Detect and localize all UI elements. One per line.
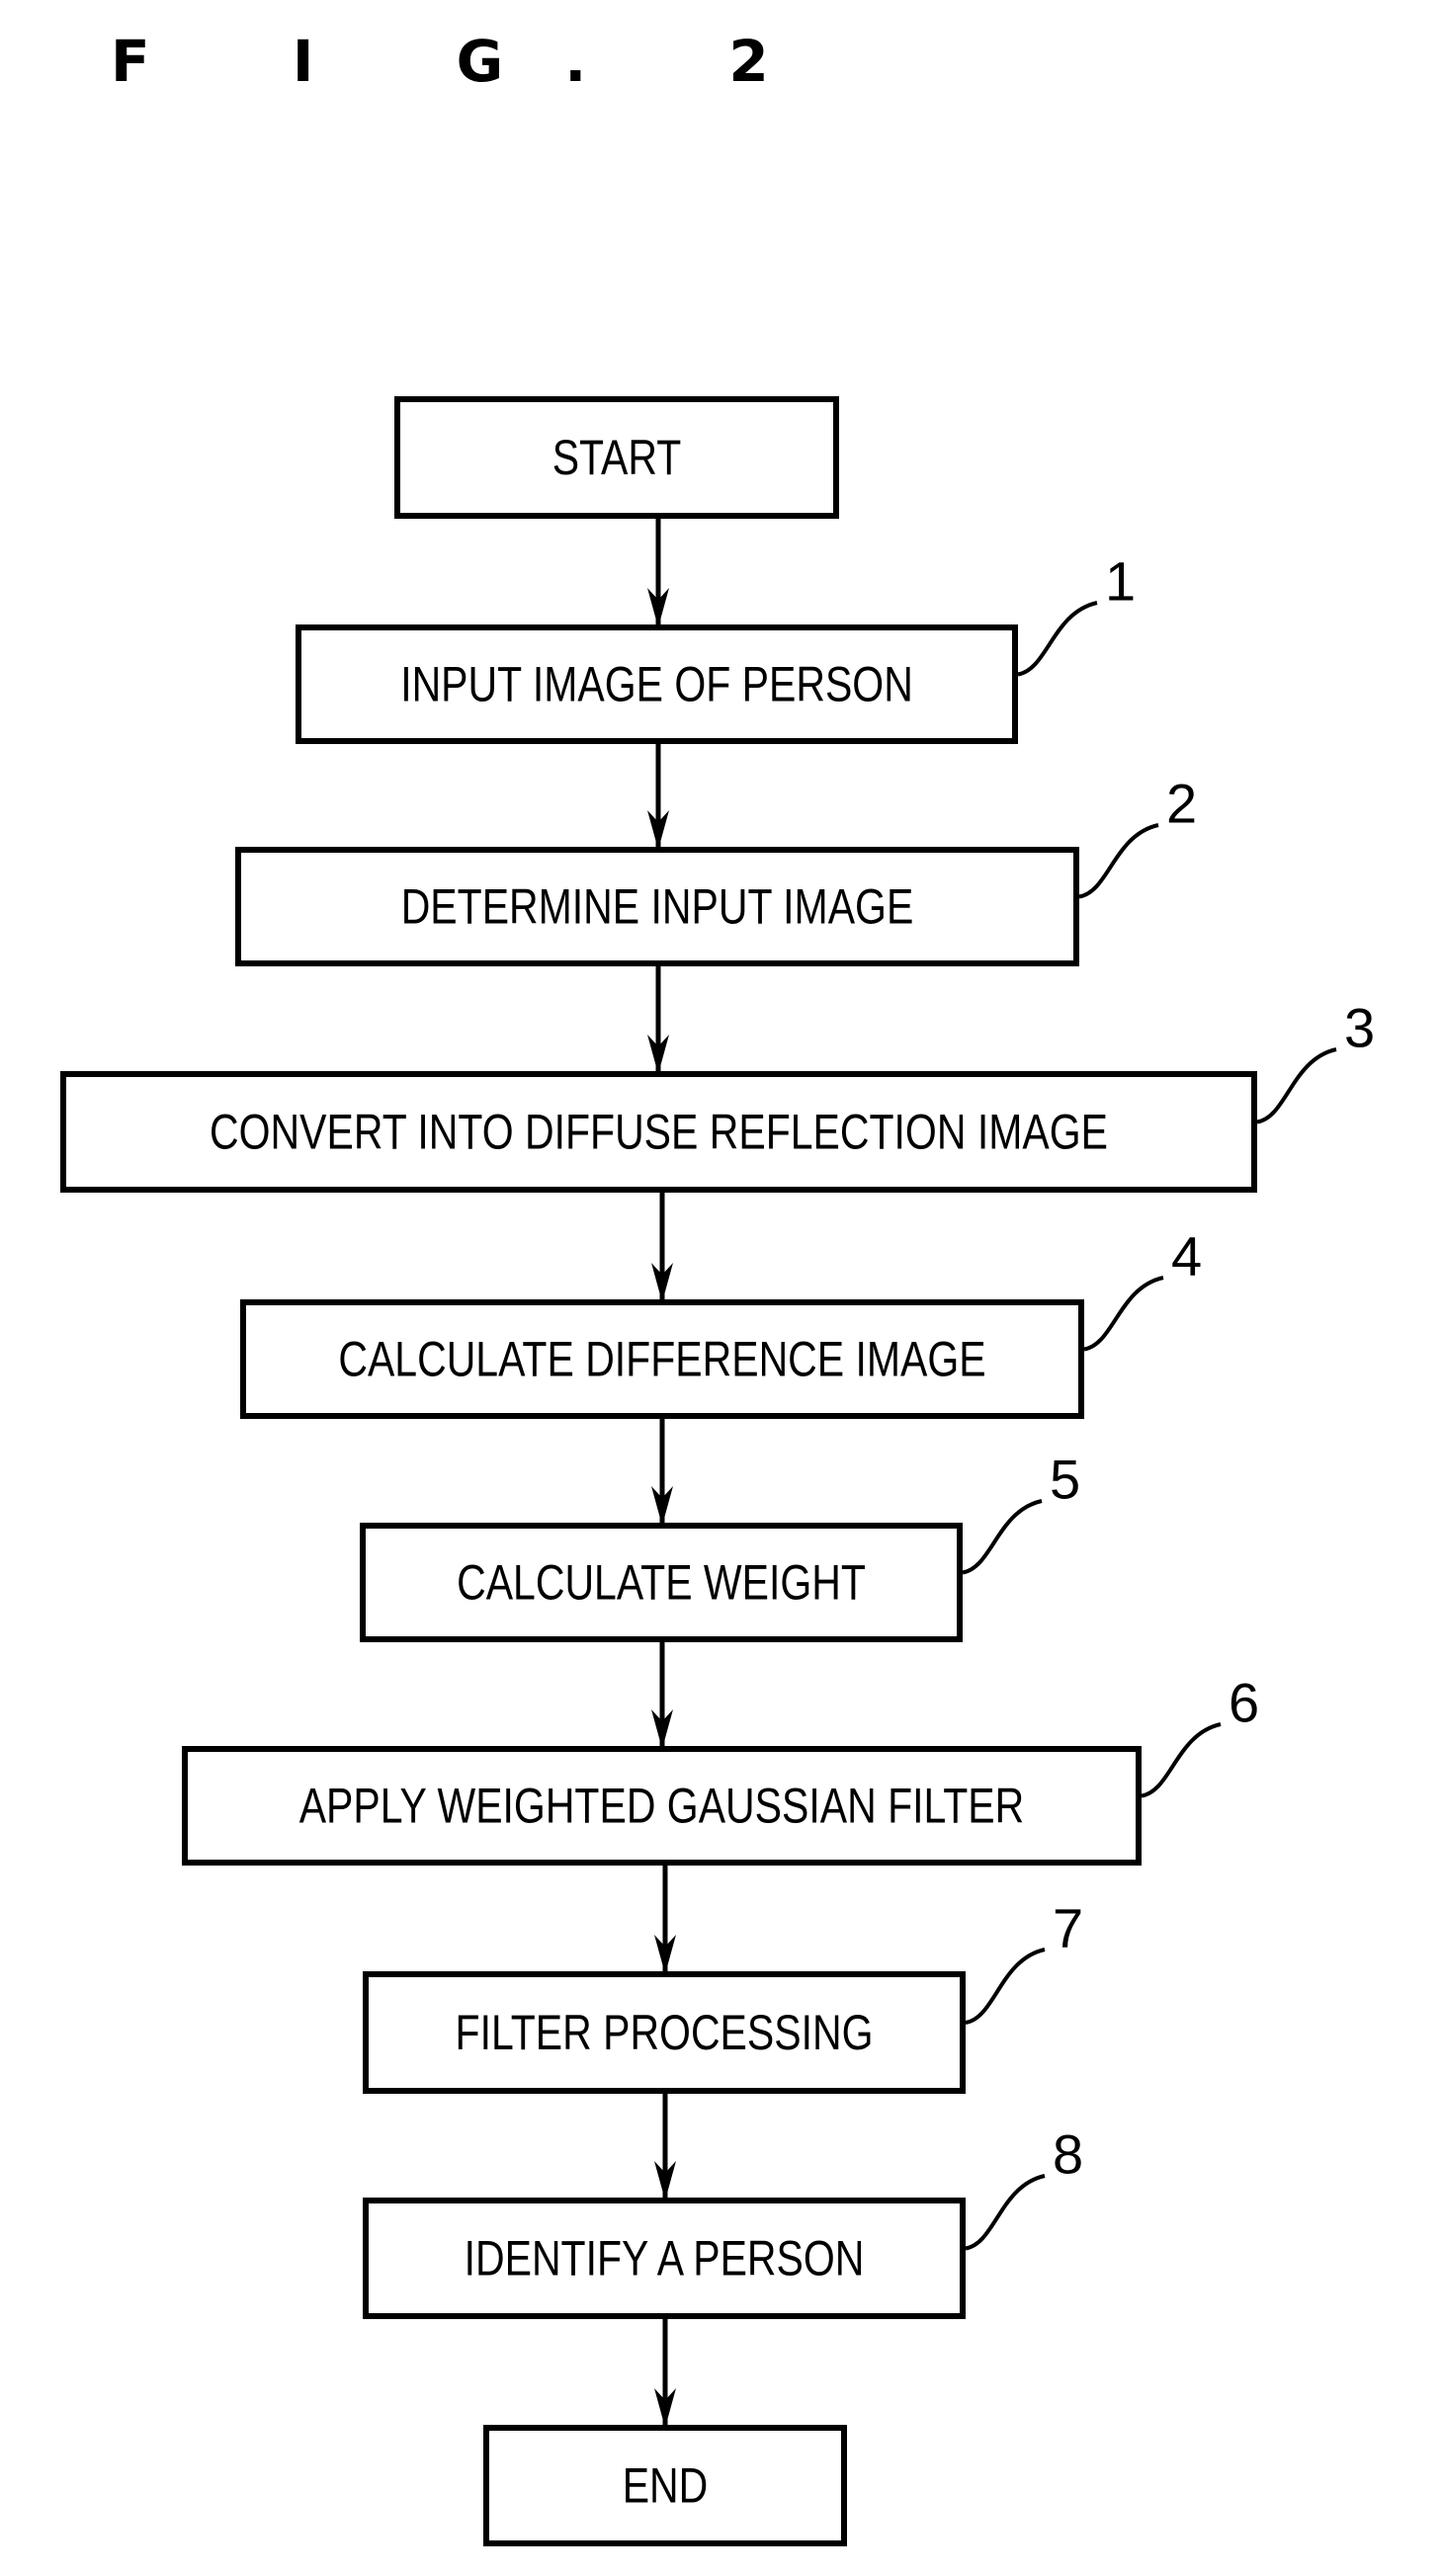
flow-arrow [651,1639,673,1749]
flow-arrow [654,1863,676,1974]
process-box-label: INPUT IMAGE OF PERSON [400,657,913,712]
process-box-label: CALCULATE DIFFERENCE IMAGE [338,1332,985,1387]
reference-leader-line [1141,1722,1222,1798]
process-box-label: END [623,2458,709,2514]
reference-numeral: 3 [1344,997,1375,1059]
reference-numeral: 1 [1105,550,1136,613]
reference-numeral: 2 [1166,773,1197,835]
flow-node-step8: IDENTIFY A PERSON 8 [363,2123,1083,2319]
reference-numeral: 5 [1050,1449,1080,1511]
flow-node-start: START [394,396,839,519]
flow-arrow [654,2091,676,2201]
flow-node-step3: CONVERT INTO DIFFUSE REFLECTION IMAGE 3 [60,997,1375,1193]
flow-node-step2: DETERMINE INPUT IMAGE 2 [235,773,1197,966]
reference-numeral: 8 [1053,2123,1083,2186]
flow-node-end: END [483,2425,847,2546]
reference-leader-line [1083,1276,1164,1352]
process-box-label: CONVERT INTO DIFFUSE REFLECTION IMAGE [210,1105,1108,1160]
process-box-label: IDENTIFY A PERSON [465,2231,865,2286]
reference-leader-line [1256,1047,1337,1124]
reference-leader-line [1078,823,1159,899]
process-box-label: FILTER PROCESSING [456,2005,874,2060]
reference-leader-line [1017,601,1098,677]
process-box-label: APPLY WEIGHTED GAUSSIAN FILTER [299,1779,1025,1834]
flowchart: START INPUT IMAGE OF PERSON 1 DETERMINE INP… [60,396,1375,2546]
process-box-label: DETERMINE INPUT IMAGE [401,879,914,935]
flow-node-step5: CALCULATE WEIGHT 5 [360,1449,1080,1642]
flow-arrow [647,963,669,1074]
flow-node-step7: FILTER PROCESSING 7 [363,1897,1083,2094]
flow-node-step1: INPUT IMAGE OF PERSON 1 [296,550,1136,744]
flow-node-step6: APPLY WEIGHTED GAUSSIAN FILTER 6 [182,1672,1259,1866]
reference-numeral: 4 [1171,1225,1202,1288]
flow-arrow [651,1416,673,1526]
process-box-label: START [552,430,682,485]
flow-arrow [654,2316,676,2428]
reference-leader-line [962,1499,1043,1575]
flow-arrow [647,516,669,627]
flow-arrow [651,1190,673,1302]
flow-node-step4: CALCULATE DIFFERENCE IMAGE 4 [240,1225,1202,1419]
reference-numeral: 7 [1053,1897,1083,1959]
reference-numeral: 6 [1229,1672,1259,1734]
flow-arrow [647,741,669,850]
reference-leader-line [965,1948,1046,2025]
process-box-label: CALCULATE WEIGHT [457,1555,866,1611]
reference-leader-line [965,2174,1046,2251]
